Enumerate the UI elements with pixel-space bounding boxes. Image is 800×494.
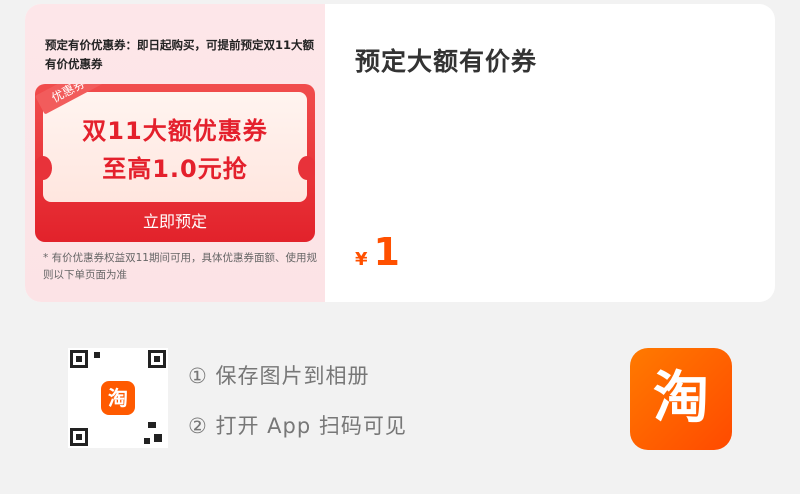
- product-title: 预定大额有价券: [355, 47, 538, 76]
- taobao-qr-logo-icon: 淘: [101, 381, 135, 415]
- coupon-ticket: 优惠券 双11大额优惠券 至高1.0元抢 立即预定: [35, 84, 315, 242]
- qr-module: [154, 434, 162, 442]
- step-save-image: ① 保存图片到相册: [188, 364, 370, 388]
- qr-finder-bottom-left: [70, 428, 88, 446]
- promo-footnote: * 有价优惠券权益双11期间可用，具体优惠券面额、使用规则以下单页面为准: [43, 252, 317, 281]
- price-amount: 1: [373, 230, 400, 274]
- coupon-title: 双11大额优惠券: [82, 117, 268, 145]
- currency-symbol: ¥: [355, 249, 368, 270]
- taobao-app-logo-icon: 淘: [630, 348, 732, 450]
- coupon-ticket-face: 优惠券 双11大额优惠券 至高1.0元抢: [35, 84, 315, 202]
- qr-module: [144, 438, 150, 444]
- qr-finder-top-left: [70, 350, 88, 368]
- promo-header: 预定有价优惠券：即日起购买，可提前预定双11大额有价优惠券: [45, 38, 315, 71]
- coupon-subtitle: 至高1.0元抢: [102, 155, 248, 183]
- qr-module: [148, 422, 156, 428]
- qr-finder-top-right: [148, 350, 166, 368]
- promo-panel: 预定有价优惠券：即日起购买，可提前预定双11大额有价优惠券 优惠券 双11大额优…: [25, 4, 325, 302]
- step-open-app-scan: ② 打开 App 扫码可见: [188, 414, 407, 438]
- product-card: 预定有价优惠券：即日起购买，可提前预定双11大额有价优惠券 优惠券 双11大额优…: [25, 4, 775, 302]
- qr-code: 淘: [68, 348, 168, 448]
- qr-module: [94, 352, 100, 358]
- coupon-corner-tag: 优惠券: [35, 84, 105, 115]
- reserve-now-button[interactable]: 立即预定: [35, 206, 315, 238]
- product-price: ¥ 1: [355, 230, 400, 274]
